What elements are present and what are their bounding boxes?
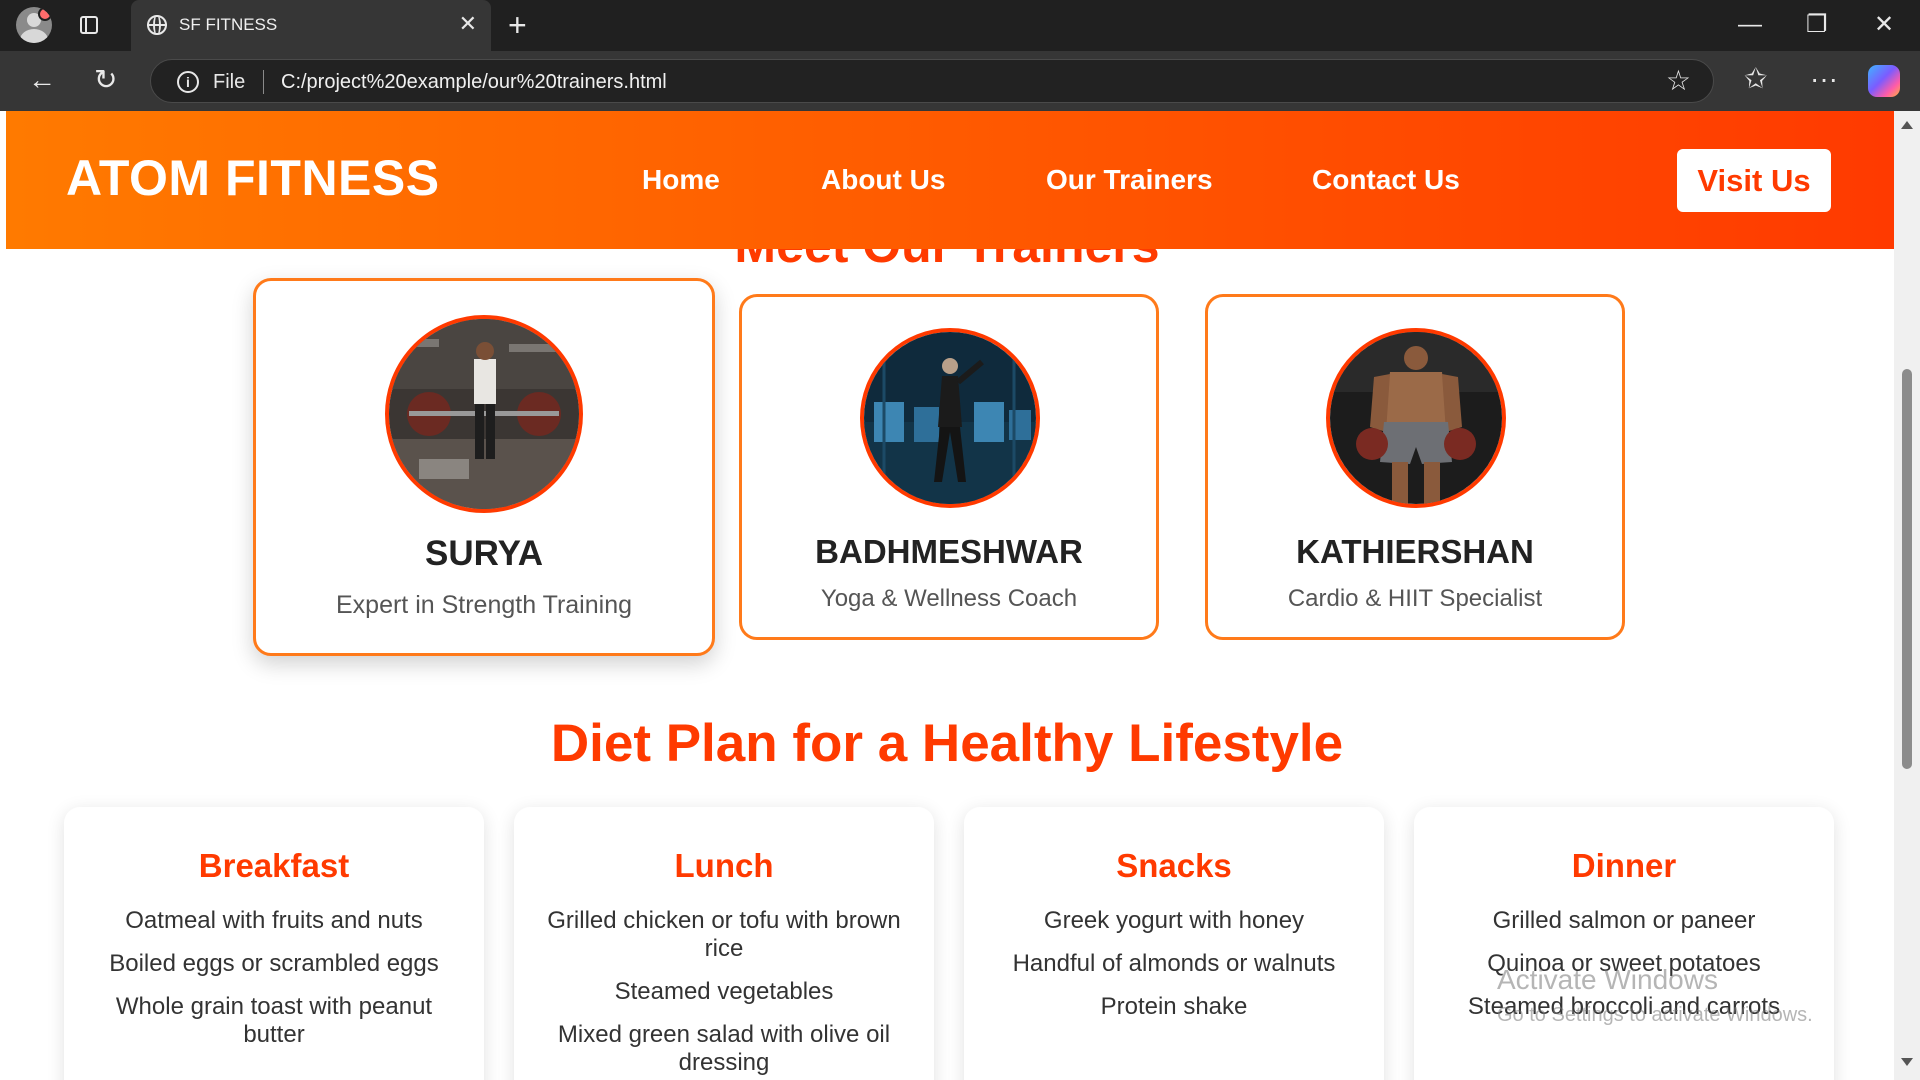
scrollbar-thumb[interactable]	[1902, 369, 1912, 769]
meal-items: Grilled chicken or tofu with brown rice …	[544, 907, 904, 1080]
site-header: ATOM FITNESS Home About Us Our Trainers …	[6, 111, 1894, 249]
trainer-photo	[1326, 328, 1506, 508]
profile-avatar-icon[interactable]	[16, 7, 52, 43]
meal-item: Boiled eggs or scrambled eggs	[109, 950, 439, 977]
meal-item: Grilled chicken or tofu with brown rice	[547, 907, 901, 962]
trainer-name: BADHMESHWAR	[815, 533, 1083, 570]
site-brand[interactable]: ATOM FITNESS	[66, 149, 440, 207]
scroll-down-icon[interactable]	[1901, 1058, 1913, 1066]
diet-section-title: Diet Plan for a Healthy Lifestyle	[550, 714, 1344, 773]
tab-close-icon[interactable]: ✕	[459, 12, 477, 36]
trainer-card-kathiershan[interactable]: KATHIERSHAN Cardio & HIIT Specialist	[1205, 294, 1625, 640]
scroll-up-icon[interactable]	[1901, 121, 1913, 129]
meal-title: Dinner	[1571, 847, 1677, 884]
nav-home[interactable]: Home	[642, 164, 720, 196]
trainer-name: KATHIERSHAN	[1296, 533, 1534, 570]
url-separator	[263, 70, 264, 94]
meal-item: Protein shake	[1100, 993, 1248, 1020]
meal-title: Lunch	[674, 847, 774, 884]
meal-card-breakfast: Breakfast Oatmeal with fruits and nuts B…	[64, 807, 484, 1080]
url-text[interactable]: C:/project%20example/our%20trainers.html	[281, 71, 667, 94]
meal-items: Oatmeal with fruits and nuts Boiled eggs…	[94, 907, 454, 1064]
trainer-photo	[860, 328, 1040, 508]
refresh-button[interactable]: ↻	[94, 65, 117, 95]
meal-item: Mixed green salad with olive oil dressin…	[557, 1021, 891, 1076]
meal-item: Handful of almonds or walnuts	[1012, 950, 1336, 977]
page-scrollbar[interactable]	[1894, 111, 1920, 1080]
nav-about-us[interactable]: About Us	[821, 164, 945, 196]
visit-us-button[interactable]: Visit Us	[1677, 149, 1831, 212]
meal-item: Steamed vegetables	[614, 978, 834, 1005]
meal-items: Greek yogurt with honey Handful of almon…	[994, 907, 1354, 1036]
tab-actions-icon[interactable]	[80, 16, 98, 34]
browser-tab[interactable]: SF FITNESS ✕	[131, 0, 491, 51]
copilot-icon[interactable]	[1868, 65, 1900, 97]
nav-contact-us[interactable]: Contact Us	[1312, 164, 1460, 196]
trainer-card-badhmeshwar[interactable]: BADHMESHWAR Yoga & Wellness Coach	[739, 294, 1159, 640]
globe-icon	[147, 15, 167, 35]
tab-title: SF FITNESS	[179, 15, 278, 34]
meal-card-snacks: Snacks Greek yogurt with honey Handful o…	[964, 807, 1384, 1080]
info-icon[interactable]: i	[177, 71, 199, 93]
restore-button[interactable]: ❐	[1806, 8, 1828, 42]
meal-title: Breakfast	[198, 847, 350, 884]
trainer-role: Cardio & HIIT Specialist	[1287, 585, 1543, 612]
file-label: File	[213, 71, 246, 93]
window-close-button[interactable]: ✕	[1874, 8, 1894, 42]
trainer-name: SURYA	[424, 534, 543, 573]
favorite-star-icon[interactable]: ☆	[1666, 66, 1691, 96]
new-tab-button[interactable]: +	[508, 9, 527, 41]
activate-windows-hint: Go to Settings to activate Windows.	[1497, 1004, 1813, 1026]
nav-our-trainers[interactable]: Our Trainers	[1046, 164, 1213, 196]
meal-item: Greek yogurt with honey	[1043, 907, 1305, 934]
favorites-icon[interactable]: ✩	[1744, 63, 1767, 95]
minimize-button[interactable]: —	[1738, 8, 1762, 42]
trainer-card-surya[interactable]: SURYA Expert in Strength Training	[253, 278, 715, 656]
activate-windows-watermark: Activate Windows	[1497, 964, 1718, 995]
trainer-photo	[385, 315, 583, 513]
more-options-icon[interactable]: ···	[1810, 63, 1838, 95]
trainer-role: Expert in Strength Training	[336, 591, 632, 619]
page-viewport: Meet Our Trainers ATOM FITNESS Home Abou…	[0, 111, 1920, 1080]
url-field[interactable]: i File C:/project%20example/our%20traine…	[150, 59, 1714, 103]
meal-card-dinner: Dinner Grilled salmon or paneer Quinoa o…	[1414, 807, 1834, 1080]
meal-item: Whole grain toast with peanut butter	[115, 993, 433, 1048]
meal-card-lunch: Lunch Grilled chicken or tofu with brown…	[514, 807, 934, 1080]
trainer-role: Yoga & Wellness Coach	[820, 585, 1078, 612]
meal-item: Oatmeal with fruits and nuts	[125, 907, 423, 934]
back-button[interactable]: ←	[28, 65, 56, 95]
meal-title: Snacks	[1116, 847, 1232, 884]
meal-item: Grilled salmon or paneer	[1492, 907, 1756, 934]
browser-tab-bar: SF FITNESS ✕ + — ❐ ✕	[0, 0, 1920, 51]
browser-address-bar: ← ↻ i File C:/project%20example/our%20tr…	[0, 51, 1920, 111]
